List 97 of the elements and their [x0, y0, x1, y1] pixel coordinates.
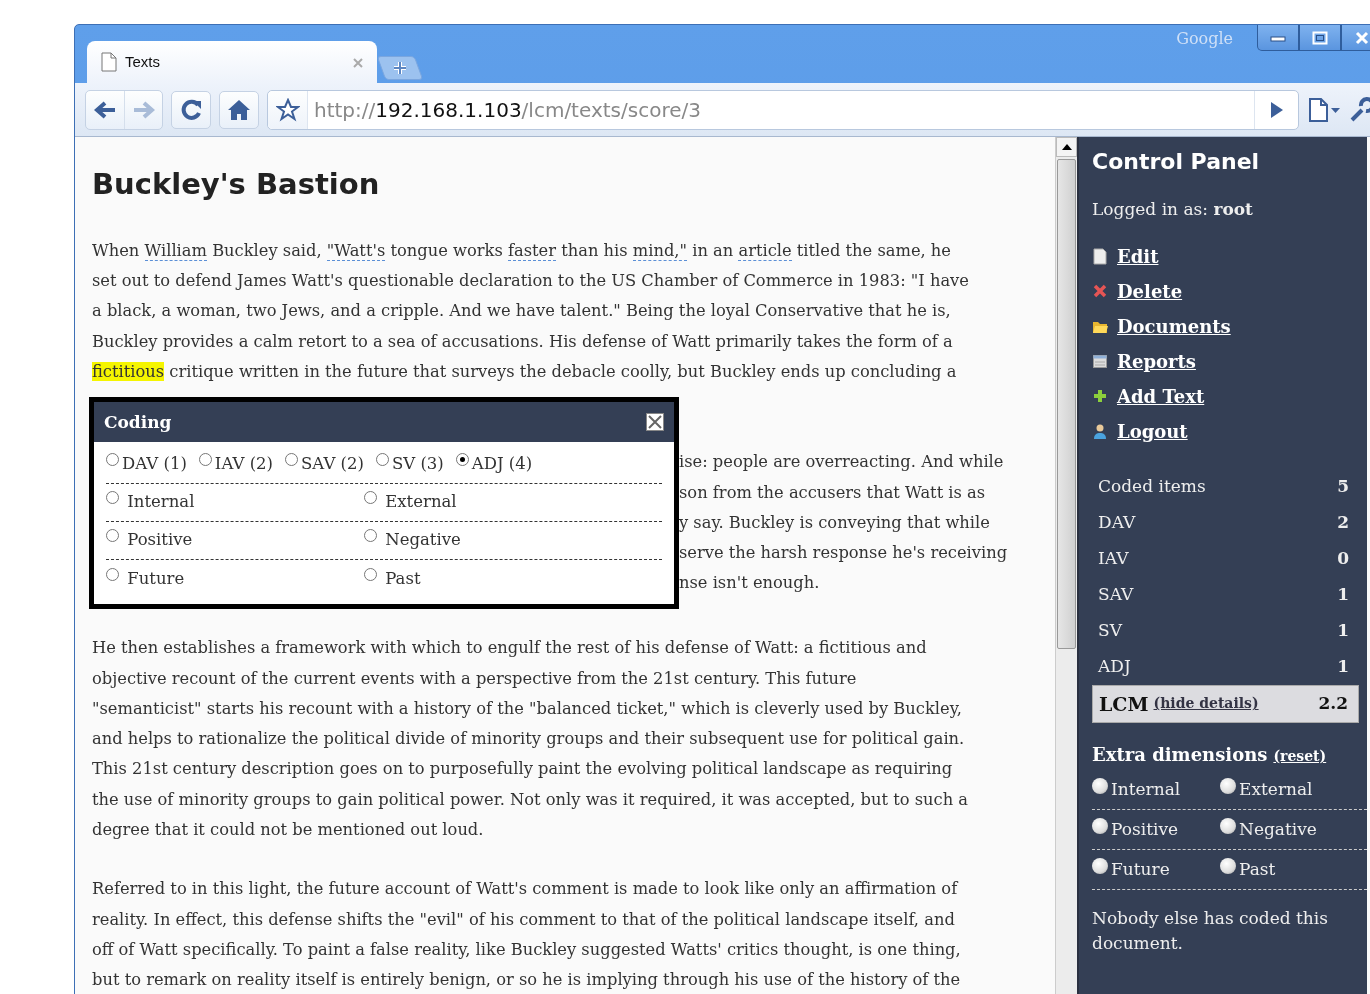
radio-button[interactable] — [285, 453, 298, 467]
panel-link[interactable]: Reports — [1117, 347, 1196, 375]
reset-link[interactable]: (reset) — [1273, 747, 1327, 764]
radio-button[interactable] — [364, 529, 377, 543]
panel-link[interactable]: Logout — [1117, 417, 1188, 445]
home-icon — [227, 98, 251, 121]
address-bar[interactable]: http://192.168.1.103/lcm/texts/score/3 — [267, 89, 1299, 130]
back-arrow-icon — [94, 100, 116, 119]
panel-note: Nobody else has coded this document. — [1092, 906, 1329, 955]
option-label: IAV (2) — [214, 453, 273, 476]
stat-label: LCM — [1099, 691, 1149, 717]
cross-icon — [1092, 282, 1108, 300]
reload-button[interactable] — [171, 90, 211, 129]
scroll-up-icon[interactable] — [1061, 144, 1072, 150]
plus-icon — [1092, 387, 1108, 405]
stat-label: DAV — [1098, 511, 1136, 535]
radio-button[interactable] — [1220, 858, 1236, 875]
radio-button[interactable] — [1092, 818, 1108, 835]
tab-title: Texts — [125, 51, 160, 72]
option-label: Future — [126, 567, 185, 590]
section-title: Extra dimensions — [1092, 743, 1268, 765]
minimize-button[interactable] — [1257, 25, 1299, 51]
url-text: http://192.168.1.103/lcm/texts/score/3 — [313, 96, 701, 124]
paragraph: Referred to in this light, the future account of Watt's comment is made to look like only an affirmation of reality. In effect, this defense shifts the "evil" of his comment to that of the political landscape itself, and off of Watt specifically. To paint a false reality, like Buckley suggested Watts' critics thought, is one thing, but to remark on reality itself is entirely benign, or so he is implying through his use of the history of the — [92, 878, 962, 992]
radio-button[interactable] — [106, 491, 119, 505]
radio-button[interactable] — [1220, 818, 1236, 835]
radio-button[interactable] — [106, 529, 119, 543]
option-label: Future — [1111, 857, 1170, 881]
radio-button[interactable] — [455, 453, 469, 467]
forward-arrow-icon — [132, 100, 155, 119]
option-label: Internal — [126, 491, 195, 514]
play-icon — [1269, 100, 1284, 119]
radio-button[interactable] — [106, 567, 119, 581]
paragraph: When William Buckley said, "Watt's tongue works faster than his mind," in an article titled the same, he set out to defend James Watt's questionable declaration to the US Chamber of Commerce in 1983: "I have a black, a woman, two Jews, and a cripple. And we have talent." Being the loyal Conservative that he is, Buckley provides a calm retort to a sea of accusations. His defense of Watt primarily takes the form of a fictitious critique written in the future that surveys the debacle coolly, but Buckley ends up concluding a — [92, 239, 970, 383]
stat-value: 1 — [1337, 655, 1349, 679]
stat-label: ADJ — [1098, 655, 1131, 679]
radio-button[interactable] — [375, 453, 389, 467]
panel-title: Control Panel — [1092, 149, 1261, 176]
toggle-link[interactable]: (hide details) — [1153, 693, 1259, 715]
page-menu-button[interactable] — [1307, 96, 1341, 123]
panel-link[interactable]: Documents — [1117, 312, 1231, 340]
dialog-title: Coding — [104, 410, 172, 434]
option-label: SAV (2) — [301, 453, 364, 476]
option-label: Negative — [1239, 817, 1317, 841]
new-tab-button[interactable] — [376, 56, 424, 80]
radio-button[interactable] — [106, 453, 119, 467]
option-label: ADJ (4) — [471, 453, 533, 476]
scroll-thumb[interactable] — [1057, 159, 1076, 649]
option-label: Past — [1239, 857, 1276, 881]
option-label: Internal — [1111, 777, 1181, 801]
article-title: Buckley's Bastion — [92, 167, 381, 202]
option-label: SV (3) — [391, 453, 444, 476]
plus-icon — [393, 61, 407, 75]
minimize-icon — [1270, 33, 1286, 42]
panel-link[interactable]: Add Text — [1117, 382, 1205, 410]
stat-value: 0 — [1337, 547, 1349, 571]
stat-label: IAV — [1098, 547, 1129, 571]
option-label: DAV (1) — [122, 453, 187, 476]
radio-button[interactable] — [1220, 778, 1236, 795]
radio-button[interactable] — [1092, 778, 1108, 795]
radio-button[interactable] — [1092, 858, 1108, 875]
close-button[interactable] — [646, 413, 664, 432]
stat-label: SV — [1098, 619, 1122, 643]
page-icon — [101, 52, 117, 72]
radio-button[interactable] — [364, 491, 377, 505]
radio-button[interactable] — [198, 453, 212, 467]
stat-value: 2.2 — [1318, 692, 1348, 716]
browser-tab[interactable]: Texts — [87, 41, 377, 83]
login-status: Logged in as: root — [1092, 198, 1254, 222]
panel-link[interactable]: Edit — [1117, 242, 1159, 270]
home-button[interactable] — [219, 90, 259, 129]
user-icon — [1092, 422, 1108, 440]
stat-value: 1 — [1337, 619, 1349, 643]
maximize-button[interactable] — [1299, 25, 1341, 51]
stat-value: 5 — [1337, 475, 1349, 499]
option-label: Negative — [384, 529, 461, 552]
radio-button[interactable] — [364, 567, 377, 581]
wrench-icon[interactable] — [1349, 96, 1370, 123]
option-label: Past — [384, 567, 421, 590]
stat-value: 2 — [1337, 511, 1349, 535]
paragraph: ise: people are overreacting. And while son from the accusers that Watt is as y say. Buckley is conveying that while serve the harsh response he's receiving nse isn't enough. — [679, 451, 1008, 595]
panel-link[interactable]: Delete — [1117, 277, 1183, 305]
page-icon — [1092, 247, 1108, 265]
report-icon — [1092, 352, 1108, 370]
stat-label: Coded items — [1098, 475, 1206, 499]
stat-label: SAV — [1098, 583, 1134, 607]
option-label: Positive — [126, 529, 193, 552]
maximize-icon — [1312, 30, 1328, 45]
close-icon — [1355, 30, 1369, 45]
scrollbar[interactable] — [1055, 137, 1077, 994]
option-label: External — [384, 491, 457, 514]
paragraph: He then establishes a framework with which to engulf the rest of his defense of Watt: a fictitious and objective recount of the current events with a perspective from the 21st century. This future "semanticist" starts his recount with a history of the "balanced ticket," which is cleverly used by Buckley, and helps to rationalize the political divide of minority groups and their subsequent use for political gain. This 21st century description goes on to purposefully paint the evolving political landscape as requiring the use of minority groups to gain political power. Not only was it required, it was accepted, but to such a degree that it could not be mentioned out loud. — [92, 637, 969, 842]
option-label: External — [1239, 777, 1313, 801]
reload-icon — [180, 98, 202, 121]
option-label: Positive — [1111, 817, 1179, 841]
stat-value: 1 — [1337, 583, 1349, 607]
browser-brand: Google — [1176, 28, 1233, 50]
